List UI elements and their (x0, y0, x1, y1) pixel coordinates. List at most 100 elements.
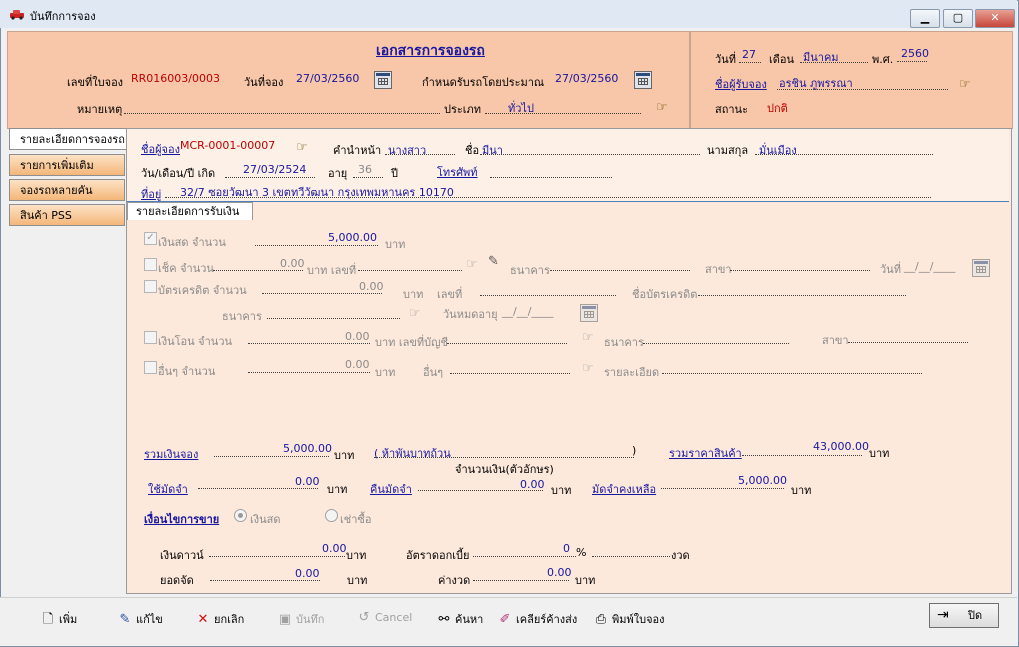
print-button[interactable]: ⎙ พิมพ์ใบจอง (593, 610, 665, 628)
minimize-button[interactable]: ▁ (910, 9, 940, 28)
name-value[interactable]: มีนา (482, 141, 503, 159)
delivery-date-value[interactable]: 27/03/2560 (555, 72, 618, 85)
receiver-label[interactable]: ชื่อผู้รับจอง (715, 75, 767, 93)
down-payment-value[interactable]: 0.00 (322, 542, 347, 555)
address-value[interactable]: 32/7 ซอยวัฒนา 3 เขตทวีวัฒนา กรุงเทพมหานค… (180, 183, 454, 201)
transfer-amount[interactable]: 0.00 (345, 330, 370, 343)
remark-field[interactable] (124, 113, 440, 114)
deposit-used-label[interactable]: ใช้มัดจำ (148, 480, 188, 498)
phone-label[interactable]: โทรศัพท์ (437, 163, 478, 181)
title-bar: บันทึกการจอง ▁ ▢ ✕ (0, 0, 1017, 28)
cash-amount-field (255, 245, 378, 246)
edit-button[interactable]: ✎ แก้ไข (117, 610, 163, 628)
prefix-value[interactable]: นางสาว (388, 141, 426, 159)
installments-field[interactable] (592, 556, 670, 557)
pen-icon[interactable]: ✎ (488, 254, 499, 269)
credit-card-bank-field[interactable] (267, 318, 400, 319)
birth-value[interactable]: 27/03/2524 (243, 163, 306, 176)
credit-card-amount[interactable]: 0.00 (359, 280, 384, 293)
booker-lookup-icon[interactable]: ☞ (296, 141, 308, 154)
deposit-left-baht: บาท (791, 484, 812, 497)
installment-amount-value[interactable]: 0.00 (547, 566, 572, 579)
receiver-lookup-icon[interactable]: ☞ (959, 78, 971, 91)
credit-card-baht: บาท (403, 288, 424, 301)
close-button[interactable]: ⇥ ปิด (929, 603, 999, 628)
car-app-icon (10, 10, 24, 20)
surname-value[interactable]: มั่นเมือง (759, 141, 797, 159)
cheque-date-calendar-icon[interactable] (972, 259, 990, 277)
installment-amount-field (473, 580, 569, 581)
product-price-label[interactable]: รวมราคาสินค้า (669, 444, 742, 462)
other-field-label: อื่นๆ (423, 366, 444, 379)
other-field[interactable] (450, 373, 570, 374)
booker-label[interactable]: ชื่อผู้จอง (141, 140, 180, 158)
sale-hire-purchase-radio[interactable] (325, 509, 338, 522)
cash-checkbox[interactable]: ✓ (144, 232, 157, 245)
tab-booking-details[interactable]: รายละเอียดการจองรถ (9, 128, 127, 150)
credit-card-expire-value[interactable]: __/__/____ (502, 305, 553, 318)
type-value[interactable]: ทั่วไป (508, 99, 534, 117)
delivery-date-label: กำหนดรับรถโดยประมาณ (422, 76, 545, 89)
birth-field (225, 177, 315, 178)
cheque-bank-lookup-icon[interactable]: ☞ (466, 258, 478, 271)
cheque-no-field[interactable] (358, 270, 462, 271)
booker-value[interactable]: MCR-0001-00007 (180, 139, 275, 152)
cheque-branch-field[interactable] (730, 270, 870, 271)
tab-additional-items[interactable]: รายการเพิ่มเติม (9, 154, 125, 176)
cash-amount[interactable]: 5,000.00 (328, 231, 377, 244)
cheque-branch-label: สาขา (705, 263, 732, 276)
x-icon: ✕ (197, 612, 209, 627)
clear-pending-button[interactable]: ✐ เคลียร์ค้างส่ง (497, 610, 578, 628)
binoculars-icon: ⚯ (438, 612, 450, 627)
cancel-document-button[interactable]: ✕ ยกเลิก (195, 610, 245, 628)
cancel-button[interactable]: ↺ Cancel (356, 610, 413, 625)
credit-card-no-field[interactable] (480, 295, 616, 296)
other-detail-field[interactable] (662, 373, 922, 374)
other-checkbox[interactable] (144, 361, 157, 374)
cheque-date-label: วันที่ (880, 263, 901, 276)
deposit-used-value[interactable]: 0.00 (295, 475, 320, 488)
maximize-button[interactable]: ▢ (943, 9, 973, 28)
tab-pss-products[interactable]: สินค้า PSS (9, 204, 125, 226)
total-label[interactable]: รวมเงินจอง (144, 445, 198, 463)
credit-card-amount-field (262, 293, 382, 294)
interest-value[interactable]: 0 (563, 542, 570, 555)
add-label: เพิ่ม (59, 613, 78, 626)
cheque-amount[interactable]: 0.00 (280, 257, 305, 270)
deposit-return-label[interactable]: คืนมัดจำ (370, 480, 412, 498)
month-value: มีนาคม (803, 51, 839, 64)
transfer-bank-lookup-icon[interactable]: ☞ (582, 331, 594, 344)
credit-card-expire-calendar-icon[interactable] (580, 304, 598, 322)
credit-card-checkbox[interactable] (144, 280, 157, 293)
transfer-branch-field[interactable] (848, 342, 968, 343)
other-amount[interactable]: 0.00 (345, 358, 370, 371)
close-window-button[interactable]: ✕ (975, 9, 1015, 28)
delivery-date-calendar-icon[interactable] (634, 71, 652, 89)
age-label: อายุ (328, 167, 348, 180)
other-label: อื่นๆ จำนวน (158, 365, 216, 378)
surname-label: นามสกุล (707, 144, 749, 157)
search-button[interactable]: ⚯ ค้นหา (436, 610, 484, 628)
save-button[interactable]: ▣ บันทึก (277, 610, 325, 628)
transfer-account-field[interactable] (447, 343, 567, 344)
cheque-checkbox[interactable] (144, 258, 157, 271)
type-lookup-icon[interactable]: ☞ (656, 101, 668, 114)
booking-date-value[interactable]: 27/03/2560 (296, 72, 359, 85)
installment-amount-label: ค่างวด (438, 574, 471, 587)
phone-field[interactable] (490, 177, 612, 178)
sale-cash-radio[interactable] (234, 509, 247, 522)
transfer-bank-field[interactable] (643, 343, 789, 344)
credit-card-name-field[interactable] (698, 295, 906, 296)
tab-payment-details[interactable]: รายละเอียดการรับเงิน (127, 202, 253, 220)
cheque-bank-field[interactable] (550, 270, 690, 271)
cheque-date-value[interactable]: __/__/____ (904, 260, 955, 273)
credit-card-bank-lookup-icon[interactable]: ☞ (409, 307, 421, 320)
other-detail-lookup-icon[interactable]: ☞ (582, 362, 594, 375)
add-button[interactable]: 🗋 เพิ่ม (40, 610, 78, 632)
transfer-checkbox[interactable] (144, 331, 157, 344)
deposit-left-label[interactable]: มัดจำคงเหลือ (592, 480, 656, 498)
booking-no-value[interactable]: RR016003/0003 (131, 72, 220, 85)
booking-date-calendar-icon[interactable] (374, 71, 392, 89)
tab-multiple-cars[interactable]: จองรถหลายคัน (9, 179, 125, 201)
day-field (739, 62, 761, 63)
